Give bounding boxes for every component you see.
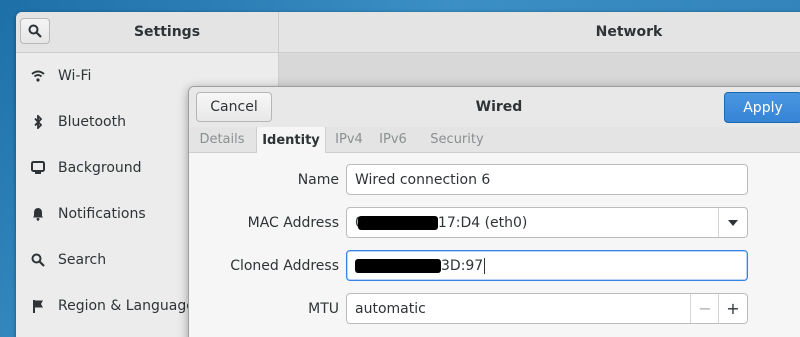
wifi-icon	[30, 68, 46, 84]
wired-dialog: Wired Cancel Apply Details Identity IPv4…	[188, 86, 800, 337]
cloned-address-label: Cloned Address	[230, 258, 339, 274]
cancel-button[interactable]: Cancel	[196, 92, 272, 122]
sidebar-item-label: Notifications	[58, 206, 146, 222]
dialog-title: Wired	[475, 99, 523, 115]
name-field[interactable]: Wired connection 6	[346, 164, 748, 195]
dropdown-button[interactable]	[718, 208, 747, 237]
tab-identity[interactable]: Identity	[256, 127, 326, 153]
flag-icon	[30, 298, 46, 314]
mac-address-label: MAC Address	[247, 215, 339, 231]
chevron-down-icon	[728, 219, 738, 226]
tab-security[interactable]: Security	[425, 127, 489, 152]
text-cursor	[484, 257, 486, 274]
sidebar-item-label: Search	[58, 252, 107, 268]
background-icon	[30, 160, 46, 176]
apply-button[interactable]: Apply	[724, 92, 800, 123]
cloned-address-input[interactable]: 3D:97	[346, 250, 748, 281]
search-button[interactable]	[20, 18, 50, 44]
sidebar-header: Settings	[16, 12, 279, 53]
main-header: Network	[279, 12, 800, 53]
sidebar-title: Settings	[133, 24, 201, 40]
mac-value-suffix: 17:D4 (eth0)	[437, 214, 528, 231]
sidebar-item-label: Wi-Fi	[58, 68, 92, 84]
tab-details[interactable]: Details	[193, 127, 251, 152]
mtu-label: MTU	[308, 301, 339, 317]
search-icon	[30, 252, 46, 268]
mtu-increment-button[interactable]: +	[718, 294, 747, 323]
bluetooth-icon	[30, 114, 46, 130]
dialog-header: Wired Cancel Apply	[189, 87, 800, 128]
name-label: Name	[297, 172, 339, 188]
search-icon	[28, 24, 42, 38]
panel-title: Network	[595, 24, 663, 40]
tab-bar: Details Identity IPv4 IPv6 Security	[189, 127, 800, 153]
sidebar-item-label: Region & Language	[58, 298, 195, 314]
mtu-value: automatic	[355, 300, 426, 317]
mtu-decrement-button[interactable]: −	[690, 294, 719, 323]
mtu-spinbutton[interactable]: automatic − +	[346, 293, 748, 324]
name-value: Wired connection 6	[355, 171, 491, 188]
mac-address-combo[interactable]: 0 17:D4 (eth0)	[346, 207, 748, 238]
bell-icon	[30, 206, 46, 222]
sidebar-item-label: Background	[58, 160, 142, 176]
redaction-mark	[357, 215, 438, 230]
redaction-mark	[355, 258, 441, 273]
tab-ipv6[interactable]: IPv6	[373, 127, 413, 152]
cloned-value-suffix: 3D:97	[441, 257, 484, 274]
tab-ipv4[interactable]: IPv4	[329, 127, 369, 152]
sidebar-item-label: Bluetooth	[58, 114, 126, 130]
